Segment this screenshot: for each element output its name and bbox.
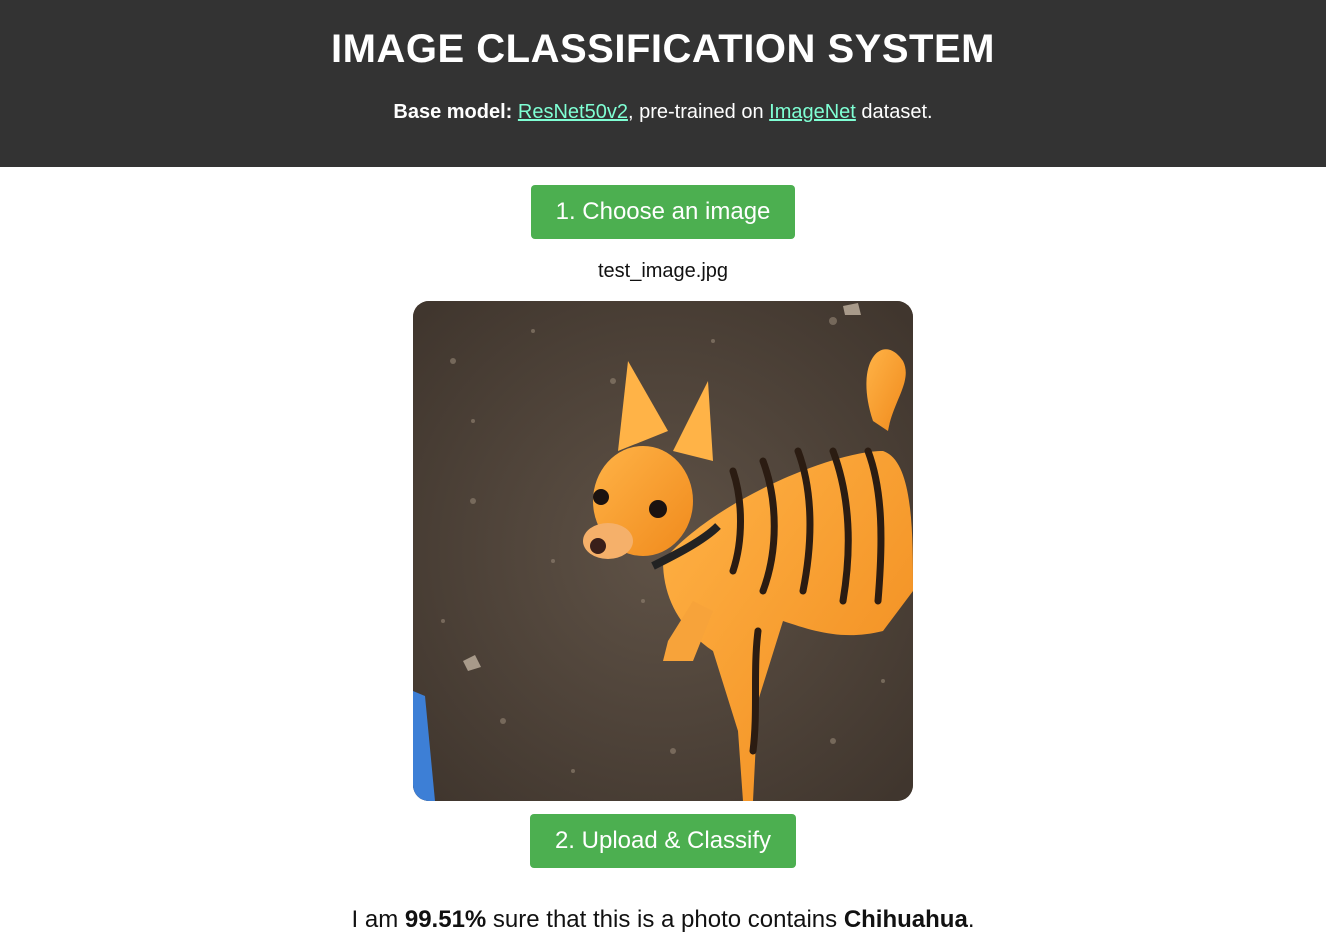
result-suffix: . [967, 906, 975, 933]
model-description: Base model: ResNet50v2, pre-trained on I… [0, 100, 1326, 124]
resnet-link[interactable]: ResNet50v2 [518, 101, 628, 123]
choose-image-button[interactable]: 1. Choose an image [530, 185, 796, 239]
pretrained-text: , pre-trained on [627, 101, 770, 123]
result-middle: sure that this is a photo contains [486, 906, 844, 933]
upload-classify-button[interactable]: 2. Upload & Classify [529, 814, 797, 868]
page-title: IMAGE CLASSIFICATION SYSTEM [331, 27, 995, 71]
dataset-suffix: dataset. [855, 101, 933, 123]
base-model-label: Base model: [393, 101, 513, 123]
predicted-label: Chihuahua [843, 906, 968, 933]
main-content: 1. Choose an image test_image.jpg 2. Upl… [0, 167, 1326, 934]
dog-photo-icon [413, 301, 913, 801]
image-preview [413, 301, 913, 801]
page-header: IMAGE CLASSIFICATION SYSTEM Base model: … [0, 0, 1326, 167]
result-prefix: I am [351, 906, 405, 933]
selected-file-name: test_image.jpg [597, 260, 729, 282]
imagenet-link[interactable]: ImageNet [769, 101, 856, 123]
confidence-value: 99.51% [404, 906, 487, 933]
classification-result: I am 99.51% sure that this is a photo co… [0, 906, 1326, 934]
